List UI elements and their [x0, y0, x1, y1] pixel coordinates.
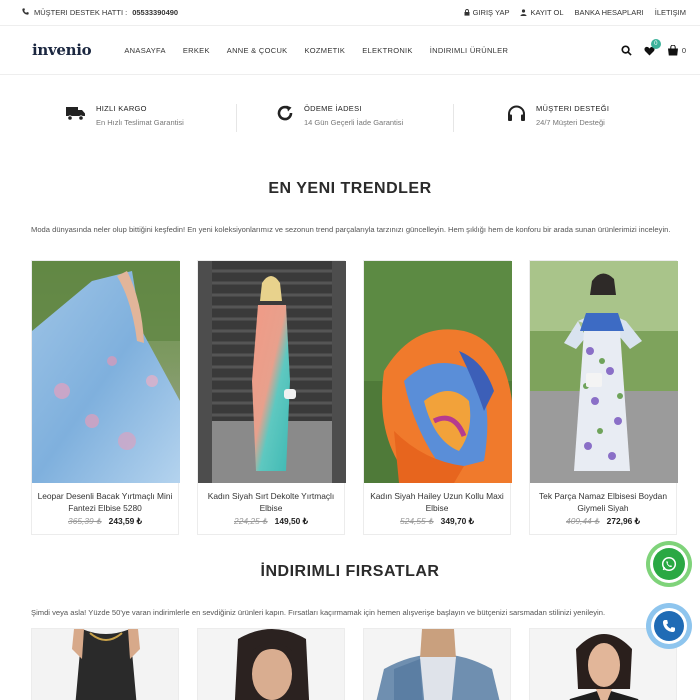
current-price: 149,50 ₺ — [274, 516, 308, 526]
phone-call-icon — [654, 611, 684, 641]
current-price: 243,59 ₺ — [108, 516, 142, 526]
support-line: MÜŞTERI DESTEK HATTI : 05533390490 — [22, 8, 178, 17]
feature-title: MÜŞTERI DESTEĞI — [536, 104, 610, 113]
product-image[interactable] — [364, 629, 511, 700]
product-image[interactable] — [198, 629, 345, 700]
product-card[interactable] — [363, 628, 511, 700]
product-name[interactable]: Kadın Siyah Sırt Dekolte Yırtmaçlı Elbis… — [198, 483, 344, 514]
search-icon — [621, 45, 632, 56]
feature-fast-shipping: HIZLI KARGO En Hızlı Teslimat Garantisi — [66, 104, 184, 127]
user-icon — [520, 9, 527, 16]
support-label: MÜŞTERI DESTEK HATTI : — [34, 8, 128, 17]
nav-item-cosmetics[interactable]: KOZMETIK — [304, 46, 345, 55]
cart-count: 0 — [681, 46, 686, 55]
top-bar: MÜŞTERI DESTEK HATTI : 05533390490 GIRIŞ… — [0, 0, 700, 26]
product-card[interactable]: Kadın Siyah Hailey Uzun Kollu Maxi Elbis… — [363, 260, 512, 535]
product-card[interactable]: Leopar Desenli Bacak Yırtmaçlı Mini Fant… — [31, 260, 180, 535]
truck-icon — [66, 105, 86, 126]
wishlist-button[interactable]: 0 — [644, 38, 661, 56]
section-title-deals: İNDIRIMLI FIRSATLAR — [260, 563, 440, 580]
feature-subtitle: 24/7 Müşteri Desteği — [536, 118, 605, 127]
product-card[interactable] — [31, 628, 179, 700]
main-header: invenio ANASAYFA ERKEK ANNE & ÇOCUK KOZM… — [0, 26, 700, 75]
product-image[interactable] — [198, 261, 346, 483]
main-nav: ANASAYFA ERKEK ANNE & ÇOCUK KOZMETIK ELE… — [124, 46, 508, 55]
product-name[interactable]: Tek Parça Namaz Elbisesi Boydan Giymeli … — [530, 483, 676, 514]
product-image[interactable] — [32, 261, 180, 483]
feature-subtitle: En Hızlı Teslimat Garantisi — [96, 118, 184, 127]
section-description-trends: Moda dünyasında neler olup bittiğini keş… — [31, 225, 671, 234]
register-label: KAYIT OL — [530, 8, 564, 17]
feature-subtitle: 14 Gün Geçerli İade Garantisi — [304, 118, 404, 127]
old-price: 524,55 ₺ — [400, 516, 434, 526]
support-phone[interactable]: 05533390490 — [132, 8, 178, 17]
product-image[interactable] — [530, 261, 678, 483]
product-prices: 409,44 ₺ 272,96 ₺ — [530, 516, 676, 526]
feature-refund: ÖDEME İADESI 14 Gün Geçerli İade Garanti… — [276, 104, 403, 127]
product-name[interactable]: Leopar Desenli Bacak Yırtmaçlı Mini Fant… — [32, 483, 178, 514]
current-price: 272,96 ₺ — [606, 516, 640, 526]
nav-item-men[interactable]: ERKEK — [183, 46, 210, 55]
old-price: 409,44 ₺ — [566, 516, 600, 526]
bank-accounts-link[interactable]: BANKA HESAPLARI — [575, 8, 644, 17]
search-button[interactable] — [621, 45, 632, 56]
product-card[interactable]: Kadın Siyah Sırt Dekolte Yırtmaçlı Elbis… — [197, 260, 346, 535]
contact-link[interactable]: İLETIŞIM — [655, 8, 686, 17]
old-price: 224,25 ₺ — [234, 516, 268, 526]
shopping-bag-icon — [667, 45, 678, 56]
divider — [236, 104, 237, 132]
cart-button[interactable]: 0 — [667, 45, 686, 56]
login-label: GIRIŞ YAP — [472, 8, 510, 17]
nav-item-discounted[interactable]: İNDIRIMLI ÜRÜNLER — [430, 46, 508, 55]
feature-title: ÖDEME İADESI — [304, 104, 362, 113]
product-prices: 524,55 ₺ 349,70 ₺ — [364, 516, 510, 526]
trend-products: Leopar Desenli Bacak Yırtmaçlı Mini Fant… — [31, 260, 678, 535]
whatsapp-button[interactable] — [646, 541, 692, 587]
section-description-deals: Şimdi veya asla! Yüzde 50'ye varan indir… — [31, 608, 606, 617]
product-image[interactable] — [364, 261, 512, 483]
lock-icon — [464, 9, 470, 16]
product-card[interactable] — [197, 628, 345, 700]
feature-support: MÜŞTERI DESTEĞI 24/7 Müşteri Desteği — [507, 104, 609, 127]
nav-item-mother-child[interactable]: ANNE & ÇOCUK — [227, 46, 288, 55]
refresh-icon — [276, 104, 294, 127]
whatsapp-icon — [653, 548, 685, 580]
deal-products — [31, 628, 677, 700]
product-prices: 224,25 ₺ 149,50 ₺ — [198, 516, 344, 526]
register-link[interactable]: KAYIT OL — [520, 8, 564, 17]
site-logo[interactable]: invenio — [32, 41, 92, 59]
current-price: 349,70 ₺ — [440, 516, 474, 526]
product-prices: 365,39 ₺ 243,59 ₺ — [32, 516, 178, 526]
product-name[interactable]: Kadın Siyah Hailey Uzun Kollu Maxi Elbis… — [364, 483, 510, 514]
nav-item-home[interactable]: ANASAYFA — [124, 46, 165, 55]
call-button[interactable] — [646, 603, 692, 649]
section-title-trends: EN YENI TRENDLER — [268, 180, 432, 197]
product-image[interactable] — [32, 629, 179, 700]
phone-icon — [22, 8, 29, 17]
wishlist-count-badge: 0 — [650, 38, 661, 49]
feature-title: HIZLI KARGO — [96, 104, 147, 113]
nav-item-electronics[interactable]: ELEKTRONIK — [362, 46, 413, 55]
product-card[interactable]: Tek Parça Namaz Elbisesi Boydan Giymeli … — [529, 260, 678, 535]
headphones-icon — [507, 105, 526, 127]
login-link[interactable]: GIRIŞ YAP — [464, 8, 510, 17]
divider — [453, 104, 454, 132]
old-price: 365,39 ₺ — [68, 516, 102, 526]
